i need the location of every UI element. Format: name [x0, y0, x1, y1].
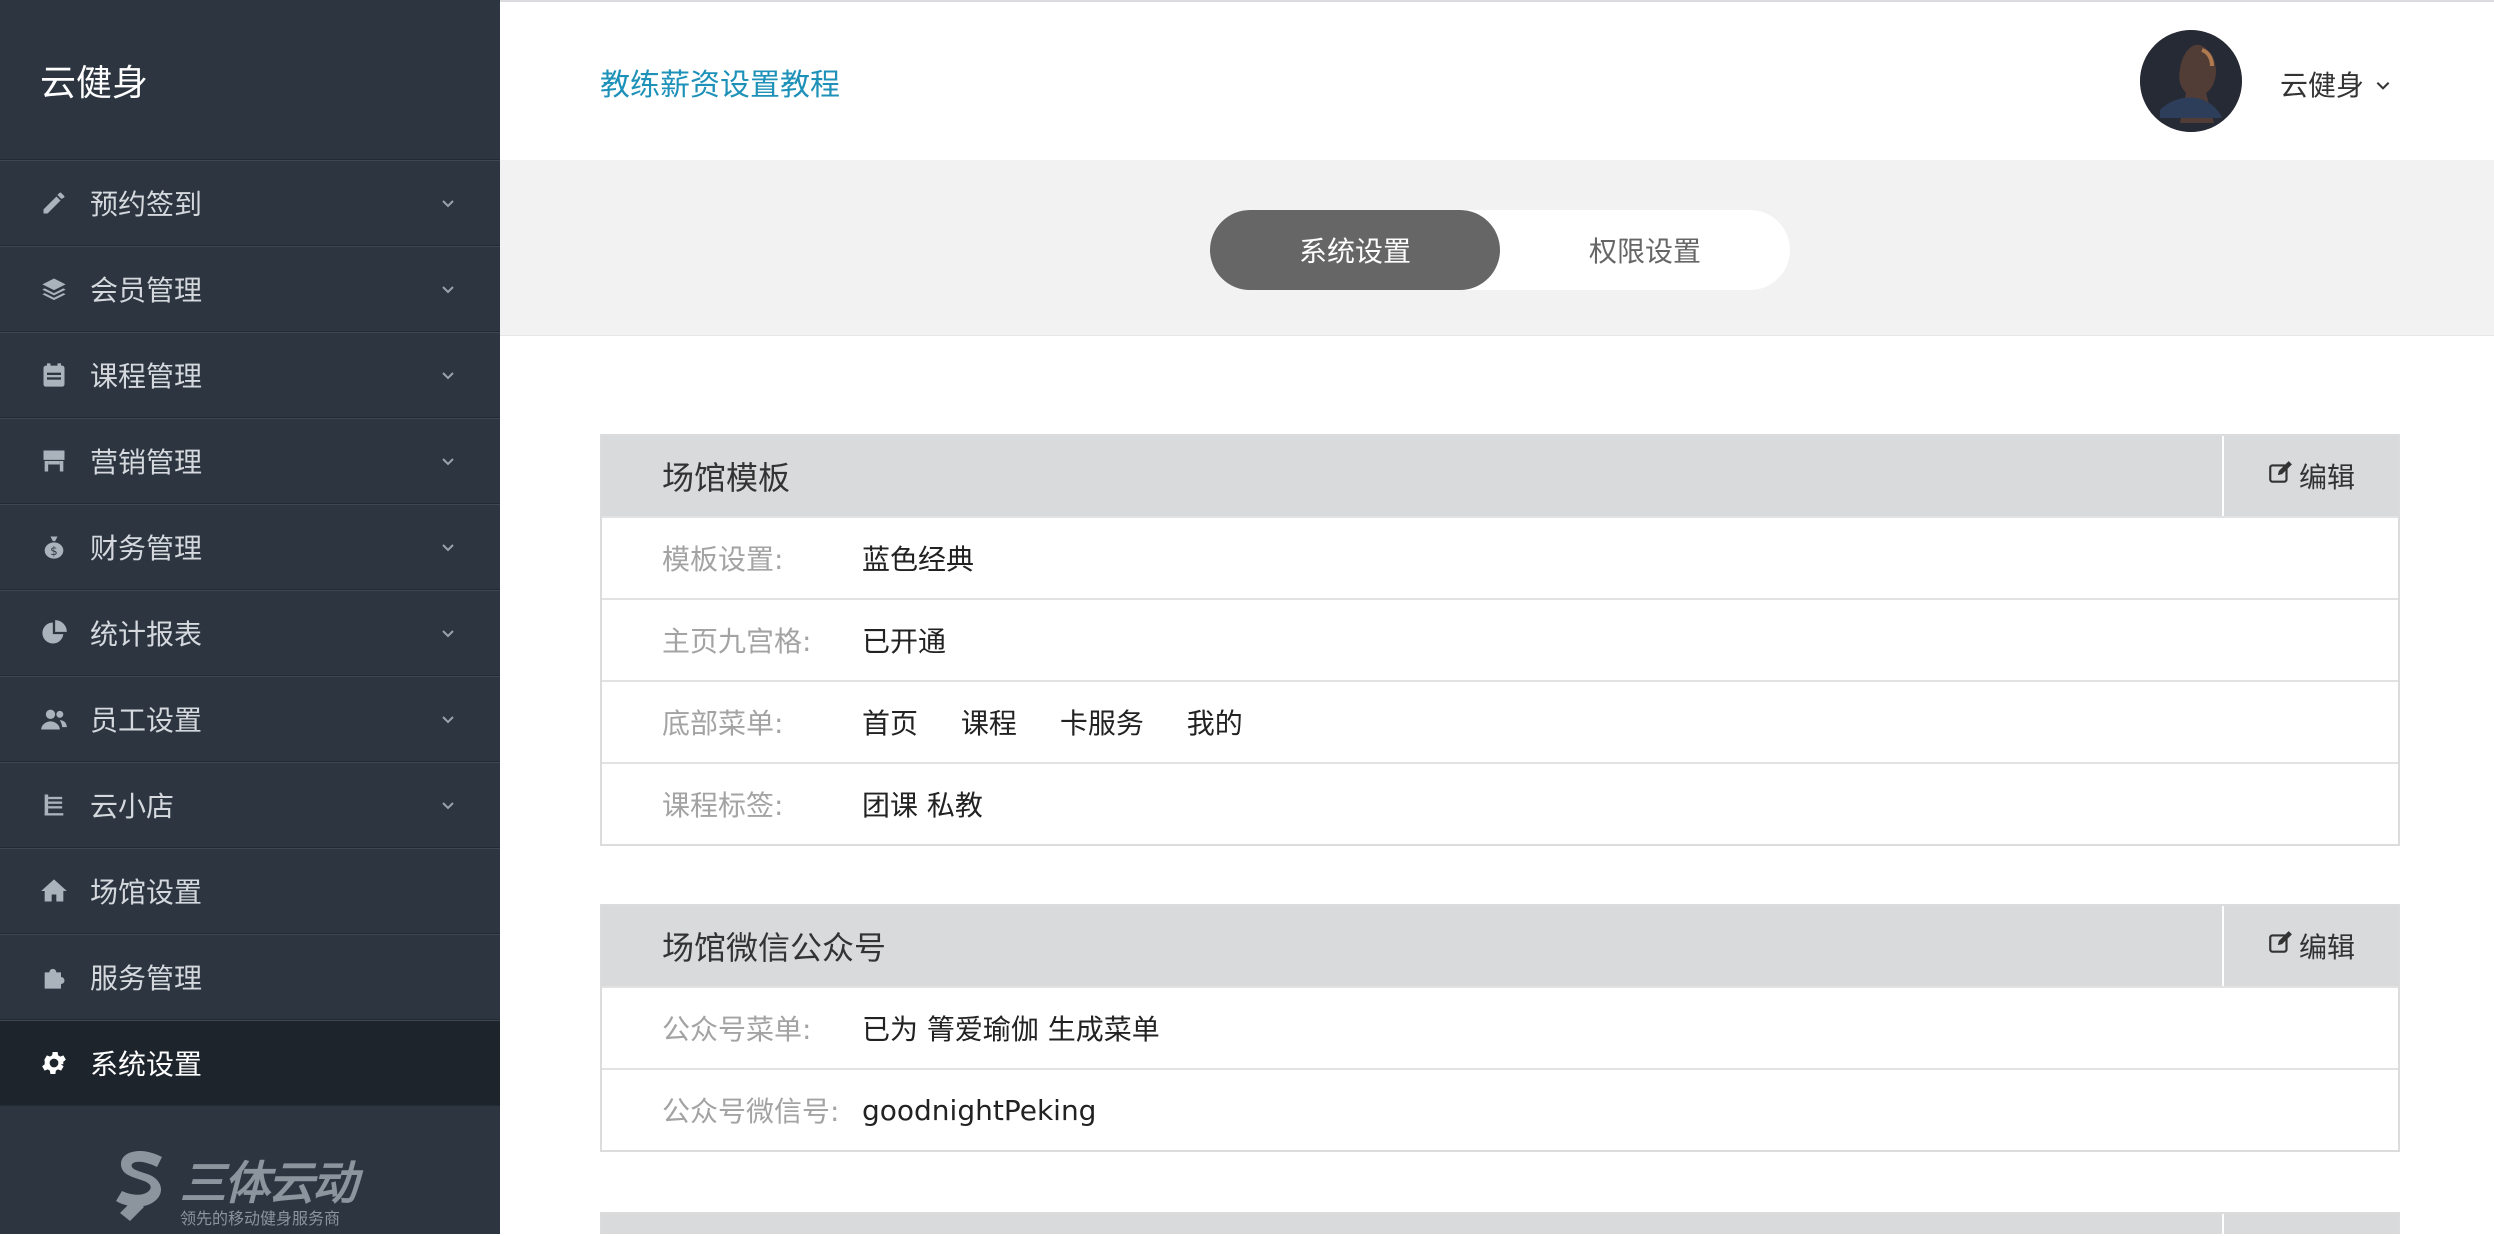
sidebar-item-label: 服务管理	[90, 962, 203, 995]
setting-row: 模板设置: 蓝色经典	[602, 516, 2398, 598]
sidebar-item-members[interactable]: 会员管理	[0, 246, 500, 332]
sidebar-menu: 预约签到 会员管理 课程管理 营销管理 $ 财务管理 统计报表 员工设置 云小店…	[0, 160, 500, 1106]
panel-title: 场馆微信公众号	[662, 929, 887, 967]
chevron-down-icon	[438, 709, 458, 729]
sidebar-item-label: 营销管理	[90, 446, 203, 479]
sidebar-item-label: 会员管理	[90, 274, 203, 307]
brand-title[interactable]: 云健身	[0, 0, 500, 160]
edit-button[interactable]: 编辑	[2222, 906, 2398, 986]
pencil-icon	[38, 187, 70, 219]
bottom-menu-item: 课程	[960, 707, 1017, 740]
setting-row: 公众号微信号: goodnightPeking	[602, 1068, 2398, 1150]
chevron-down-icon	[438, 193, 458, 213]
sidebar-item-booking-checkin[interactable]: 预约签到	[0, 160, 500, 246]
edit-icon	[2267, 930, 2293, 963]
top-bar: 教练薪资设置教程 云健身	[500, 0, 2494, 160]
row-label: 课程标签:	[662, 789, 784, 822]
svg-text:$: $	[50, 544, 57, 558]
setting-row: 课程标签: 团课 私教	[602, 762, 2398, 844]
sidebar-item-system-settings[interactable]: 系统设置	[0, 1020, 500, 1106]
bottom-menu-item: 首页	[862, 707, 919, 740]
company-logo-tagline: 领先的移动健身服务商	[180, 1209, 341, 1228]
setting-row: 底部菜单: 首页 课程 卡服务 我的	[602, 680, 2398, 762]
sidebar-item-label: 预约签到	[90, 188, 203, 221]
edit-label: 编辑	[2298, 931, 2355, 964]
row-value: 蓝色经典	[862, 543, 975, 576]
edit-button[interactable]	[2222, 1214, 2398, 1236]
chevron-down-icon	[438, 279, 458, 299]
chevron-down-icon	[2374, 68, 2392, 101]
sidebar-item-label: 云小店	[90, 790, 175, 823]
wechat-official-account-panel: 场馆微信公众号 编辑 公众号菜单: 已为 箐爱瑜伽 生成菜单 公众号微信号: g…	[600, 904, 2400, 1152]
money-bag-icon: $	[38, 531, 70, 563]
sidebar-item-label: 场馆设置	[90, 876, 203, 909]
venue-template-panel: 场馆模板 编辑 模板设置: 蓝色经典 主页九宫格: 已开通 底部菜单: 首页 课…	[600, 434, 2400, 846]
row-value: 已开通	[862, 625, 947, 658]
sidebar-item-courses[interactable]: 课程管理	[0, 332, 500, 418]
edit-button[interactable]: 编辑	[2222, 436, 2398, 516]
users-icon	[38, 703, 70, 735]
setting-row: 公众号菜单: 已为 箐爱瑜伽 生成菜单	[602, 986, 2398, 1068]
chevron-down-icon	[438, 365, 458, 385]
company-logo: 三体云动 领先的移动健身服务商	[110, 1145, 380, 1228]
shop-cart-icon	[38, 789, 70, 821]
panel-header: 场馆微信公众号 编辑	[602, 906, 2398, 986]
row-label: 公众号微信号:	[662, 1095, 840, 1128]
settings-tabs-bar: 系统设置 权限设置	[500, 160, 2494, 336]
user-name: 云健身	[2280, 69, 2365, 102]
sidebar-item-finance[interactable]: $ 财务管理	[0, 504, 500, 590]
panel-title: 场馆模板	[662, 459, 791, 497]
row-label: 公众号菜单:	[662, 1013, 812, 1046]
bottom-menu-items: 首页 课程 卡服务 我的	[862, 702, 1277, 742]
pie-chart-icon	[38, 617, 70, 649]
layers-icon	[38, 273, 70, 305]
next-panel-header	[600, 1212, 2400, 1236]
sidebar-item-marketing[interactable]: 营销管理	[0, 418, 500, 504]
sidebar: 云健身 预约签到 会员管理 课程管理 营销管理 $ 财务管理 统计报表 员工设置…	[0, 0, 500, 1234]
chevron-down-icon	[438, 795, 458, 815]
row-label: 模板设置:	[662, 543, 784, 576]
company-logo-name: 三体云动	[180, 1156, 358, 1210]
sidebar-item-services[interactable]: 服务管理	[0, 934, 500, 1020]
chevron-down-icon	[438, 623, 458, 643]
bottom-menu-item: 我的	[1186, 707, 1243, 740]
sidebar-item-label: 统计报表	[90, 618, 203, 651]
puzzle-icon	[38, 961, 70, 993]
row-value: goodnightPeking	[862, 1093, 1097, 1127]
salary-tutorial-link[interactable]: 教练薪资设置教程	[600, 60, 840, 104]
chevron-down-icon	[438, 537, 458, 557]
settings-tab-group: 系统设置 权限设置	[1210, 210, 1790, 290]
chevron-down-icon	[438, 451, 458, 471]
tab-system-settings[interactable]: 系统设置	[1210, 210, 1500, 290]
bottom-menu-item: 卡服务	[1059, 707, 1144, 740]
storefront-icon	[38, 445, 70, 477]
row-label: 底部菜单:	[662, 707, 784, 740]
setting-row: 主页九宫格: 已开通	[602, 598, 2398, 680]
home-icon	[38, 875, 70, 907]
avatar[interactable]	[2140, 30, 2242, 132]
calendar-icon	[38, 359, 70, 391]
sidebar-item-label: 员工设置	[90, 704, 203, 737]
row-value: 已为 箐爱瑜伽 生成菜单	[862, 1013, 1160, 1046]
sidebar-item-reports[interactable]: 统计报表	[0, 590, 500, 676]
panel-header: 场馆模板 编辑	[602, 436, 2398, 516]
tab-permission-settings[interactable]: 权限设置	[1500, 210, 1790, 290]
user-menu[interactable]: 云健身	[2280, 64, 2392, 104]
row-label: 主页九宫格:	[662, 625, 812, 658]
row-value: 团课 私教	[862, 789, 983, 822]
sidebar-item-staff[interactable]: 员工设置	[0, 676, 500, 762]
sidebar-item-venue-settings[interactable]: 场馆设置	[0, 848, 500, 934]
sidebar-item-label: 系统设置	[90, 1048, 203, 1081]
sidebar-item-mini-shop[interactable]: 云小店	[0, 762, 500, 848]
gear-icon	[38, 1047, 70, 1079]
sidebar-item-label: 课程管理	[90, 360, 203, 393]
edit-icon	[2267, 460, 2293, 493]
edit-label: 编辑	[2298, 461, 2355, 494]
sidebar-item-label: 财务管理	[90, 532, 203, 565]
